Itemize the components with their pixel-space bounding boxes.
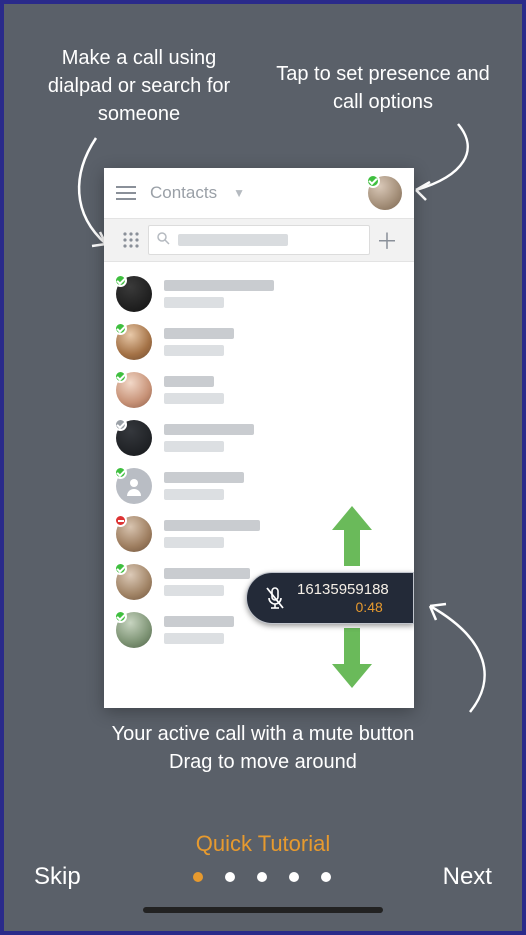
presence-badge-icon bbox=[114, 610, 127, 623]
contact-row[interactable] bbox=[116, 318, 402, 366]
contact-name-placeholder bbox=[164, 424, 254, 435]
contact-text bbox=[164, 376, 224, 404]
drag-up-arrow-icon bbox=[332, 506, 372, 566]
search-icon bbox=[157, 232, 170, 248]
contact-sub-placeholder bbox=[164, 297, 224, 308]
presence-badge-icon bbox=[114, 466, 127, 479]
contact-avatar bbox=[116, 372, 152, 408]
contact-text bbox=[164, 280, 274, 308]
contact-avatar bbox=[116, 516, 152, 552]
presence-badge-icon bbox=[114, 514, 127, 527]
tutorial-title: Quick Tutorial bbox=[196, 831, 331, 857]
app-header: Contacts ▼ bbox=[104, 168, 414, 218]
contact-sub-placeholder bbox=[164, 441, 224, 452]
pointer-arrow-call bbox=[420, 600, 500, 720]
presence-badge-icon bbox=[114, 562, 127, 575]
contact-sub-placeholder bbox=[164, 489, 224, 500]
page-dot[interactable] bbox=[225, 872, 235, 882]
call-number: 16135959188 bbox=[297, 581, 389, 599]
call-info: 16135959188 0:48 bbox=[297, 581, 389, 616]
page-dot[interactable] bbox=[321, 872, 331, 882]
contact-sub-placeholder bbox=[164, 633, 224, 644]
contact-text bbox=[164, 424, 254, 452]
contact-sub-placeholder bbox=[164, 585, 224, 596]
tutorial-footer: Quick Tutorial Skip Next bbox=[4, 831, 522, 913]
presence-badge-icon bbox=[366, 174, 380, 188]
contact-sub-placeholder bbox=[164, 537, 224, 548]
dialpad-icon[interactable] bbox=[114, 223, 148, 257]
menu-icon[interactable] bbox=[116, 186, 136, 200]
pointer-arrow-right bbox=[404, 120, 484, 210]
drag-down-arrow-icon bbox=[332, 628, 372, 688]
profile-avatar[interactable] bbox=[368, 176, 402, 210]
contact-row[interactable] bbox=[116, 366, 402, 414]
call-duration: 0:48 bbox=[356, 599, 383, 616]
page-dots bbox=[193, 872, 331, 882]
contact-text bbox=[164, 472, 244, 500]
contact-name-placeholder bbox=[164, 280, 274, 291]
contact-avatar bbox=[116, 420, 152, 456]
presence-badge-icon bbox=[114, 274, 127, 287]
contact-text bbox=[164, 616, 234, 644]
tip-dialpad: Make a call using dialpad or search for … bbox=[34, 44, 244, 128]
search-placeholder bbox=[178, 234, 288, 246]
contact-row[interactable] bbox=[116, 462, 402, 510]
app-screenshot: Contacts ▼ ＋ bbox=[104, 168, 414, 708]
contact-name-placeholder bbox=[164, 568, 250, 579]
search-bar: ＋ bbox=[104, 218, 414, 262]
contact-row[interactable] bbox=[116, 414, 402, 462]
add-button[interactable]: ＋ bbox=[370, 223, 404, 257]
active-call-pill[interactable]: 16135959188 0:48 bbox=[246, 572, 414, 624]
page-dot[interactable] bbox=[289, 872, 299, 882]
contact-avatar bbox=[116, 276, 152, 312]
contact-name-placeholder bbox=[164, 376, 214, 387]
contact-text bbox=[164, 568, 250, 596]
contact-avatar bbox=[116, 612, 152, 648]
contact-text bbox=[164, 328, 234, 356]
contact-name-placeholder bbox=[164, 616, 234, 627]
contact-sub-placeholder bbox=[164, 393, 224, 404]
mute-icon[interactable] bbox=[261, 584, 289, 612]
header-title[interactable]: Contacts bbox=[150, 183, 217, 203]
presence-badge-icon bbox=[114, 322, 127, 335]
page-dot[interactable] bbox=[257, 872, 267, 882]
contact-sub-placeholder bbox=[164, 345, 224, 356]
presence-badge-icon bbox=[114, 418, 127, 431]
home-indicator bbox=[143, 907, 383, 913]
contact-avatar bbox=[116, 324, 152, 360]
contact-name-placeholder bbox=[164, 472, 244, 483]
contact-name-placeholder bbox=[164, 520, 260, 531]
search-input[interactable] bbox=[148, 225, 370, 255]
chevron-down-icon[interactable]: ▼ bbox=[233, 186, 245, 200]
presence-badge-icon bbox=[114, 370, 127, 383]
contact-avatar bbox=[116, 468, 152, 504]
contact-name-placeholder bbox=[164, 328, 234, 339]
contact-text bbox=[164, 520, 260, 548]
skip-button[interactable]: Skip bbox=[34, 863, 81, 891]
next-button[interactable]: Next bbox=[443, 863, 492, 891]
tip-active-call: Your active call with a mute buttonDrag … bbox=[4, 720, 522, 776]
tip-presence: Tap to set presence and call options bbox=[268, 60, 498, 116]
page-dot[interactable] bbox=[193, 872, 203, 882]
contact-avatar bbox=[116, 564, 152, 600]
contact-row[interactable] bbox=[116, 270, 402, 318]
